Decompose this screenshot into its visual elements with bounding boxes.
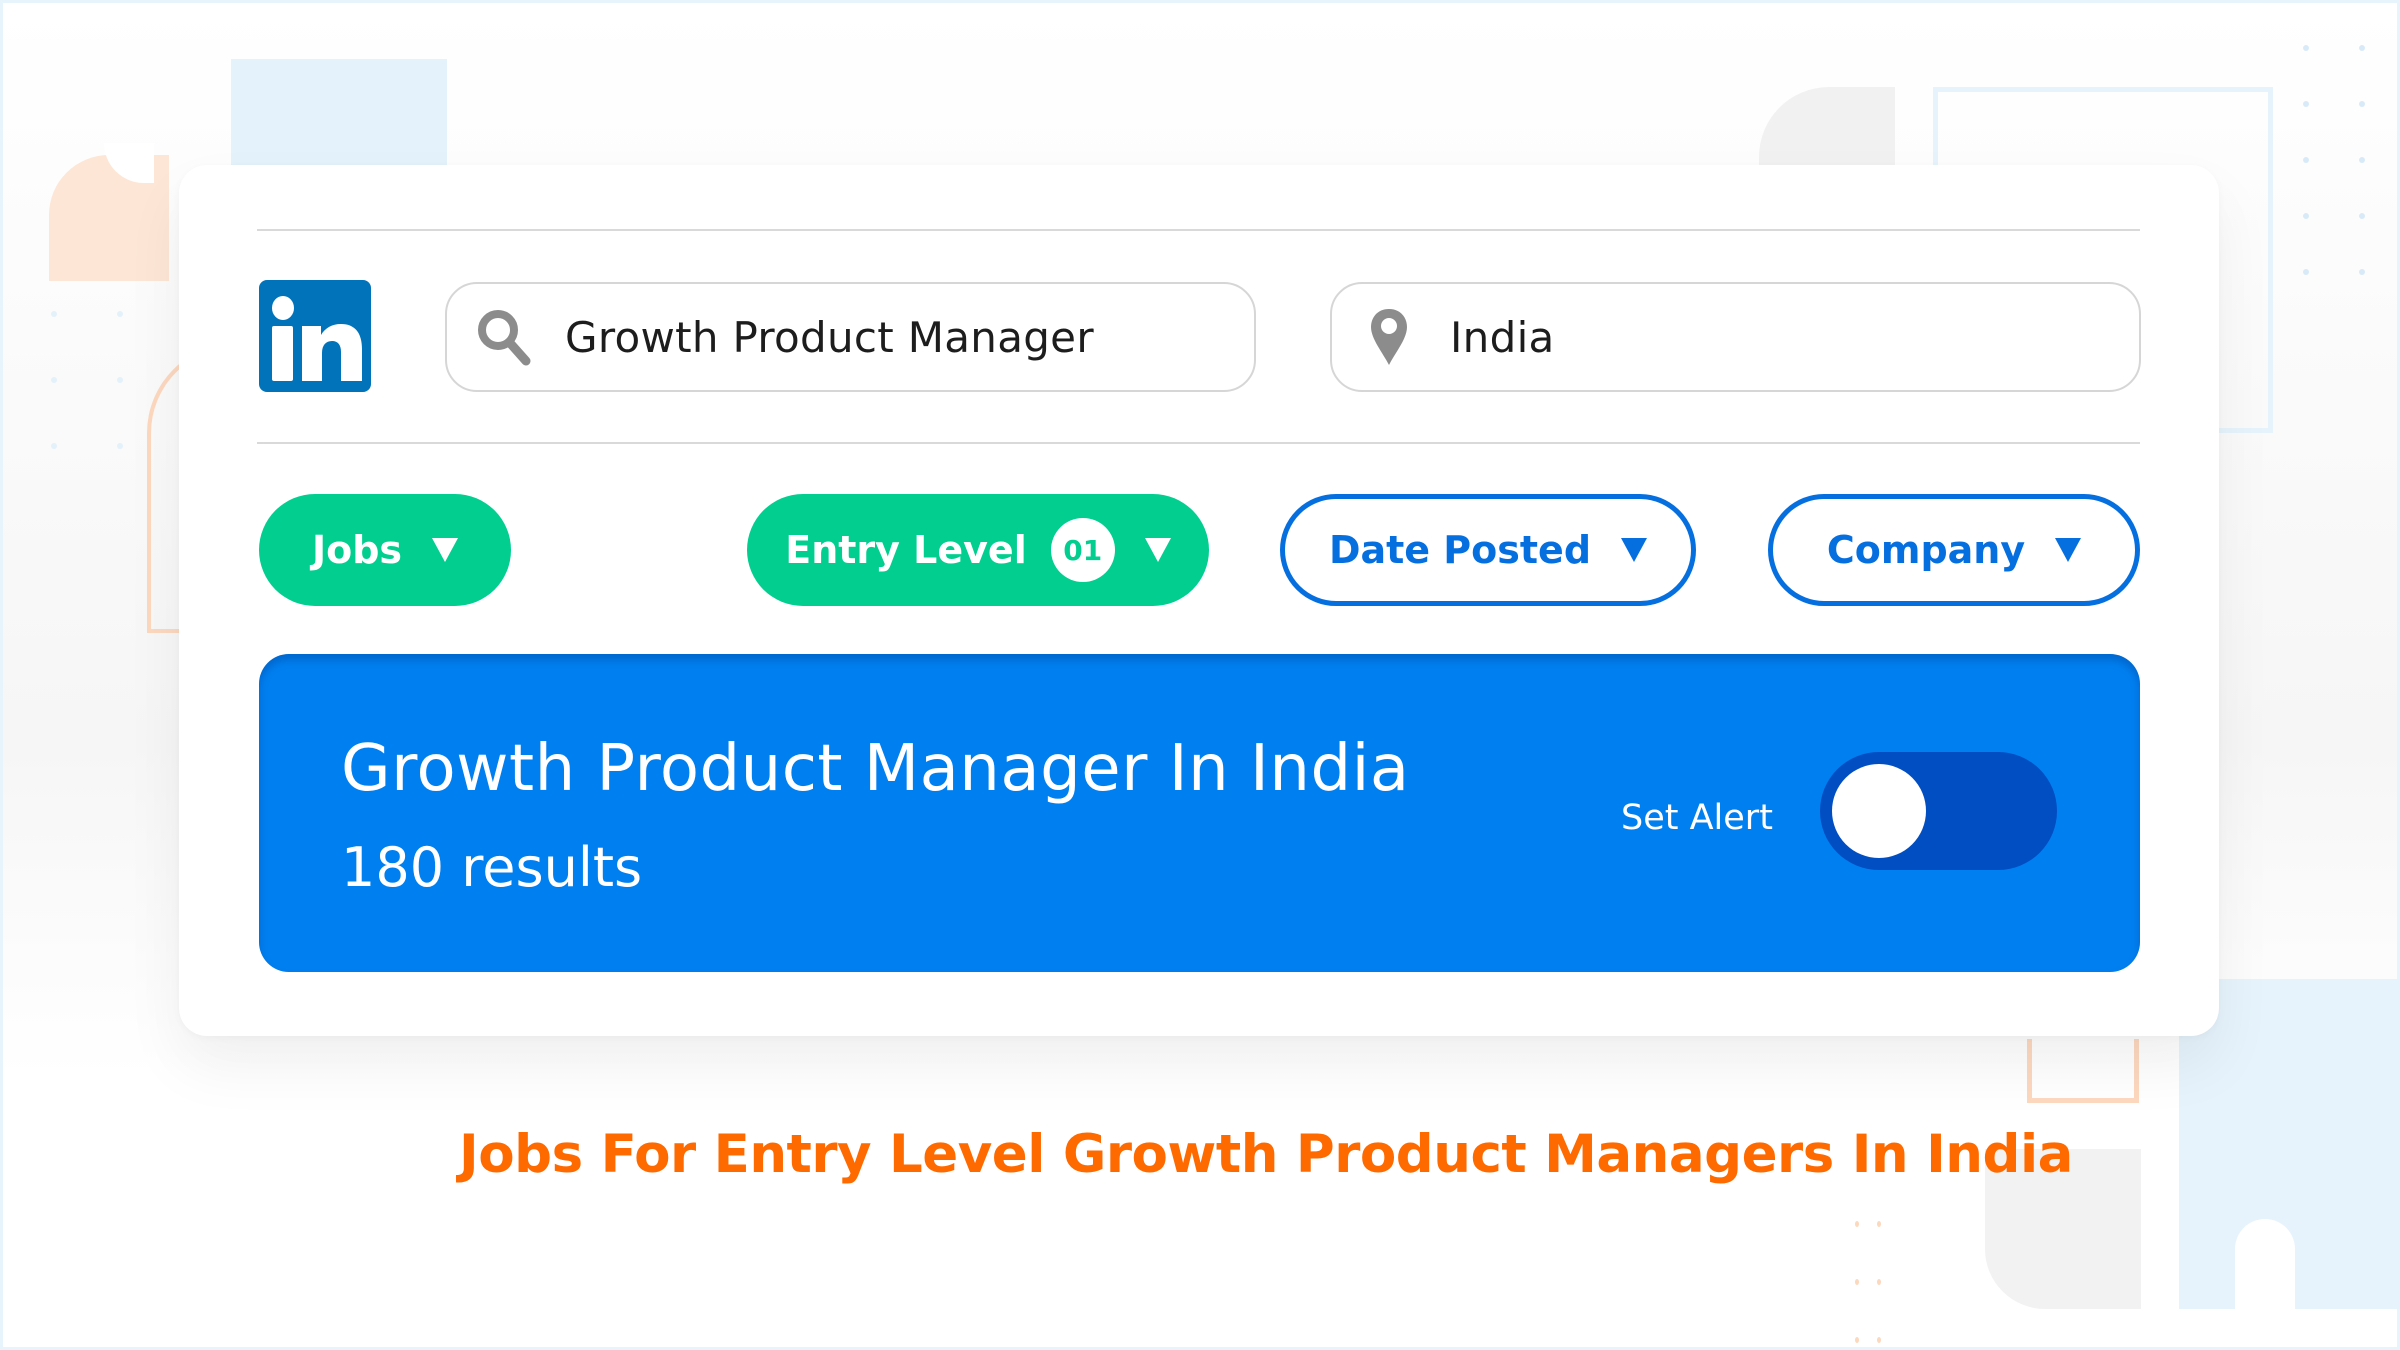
job-search-value: Growth Product Manager: [565, 312, 1094, 362]
decorative-grey-shape: [1759, 87, 1895, 177]
caret-down-icon: [2055, 538, 2082, 562]
decorative-dots-bottom: [1855, 1221, 1899, 1343]
decorative-dots-left: [51, 311, 183, 449]
filter-jobs-label: Jobs: [311, 528, 403, 572]
location-value: India: [1450, 312, 1555, 362]
filter-company-label: Company: [1826, 528, 2026, 572]
decorative-blue-block: [2179, 979, 2400, 1309]
linkedin-logo-glyph: [272, 296, 362, 381]
filter-company-button[interactable]: Company: [1768, 494, 2140, 606]
filter-entry-level-label: Entry Level: [785, 528, 1027, 572]
search-icon: [469, 306, 539, 368]
toggle-knob[interactable]: [1832, 764, 1926, 858]
mid-divider: [257, 442, 2140, 444]
caret-down-icon: [1621, 538, 1648, 562]
filter-date-posted-label: Date Posted: [1328, 528, 1592, 572]
filter-jobs-button[interactable]: Jobs: [259, 494, 511, 606]
map-pin-icon: [1354, 307, 1424, 367]
results-count: 180 results: [341, 836, 643, 899]
set-alert-label: Set Alert: [1621, 798, 1773, 838]
decorative-dots-right: [2303, 45, 2400, 275]
decorative-orange-shape: [49, 143, 169, 281]
page-tagline: Jobs For Entry Level Growth Product Mana…: [459, 1124, 2073, 1185]
decorative-orange-square: [2027, 1039, 2139, 1103]
job-search-input[interactable]: Growth Product Manager: [445, 282, 1256, 392]
linkedin-logo-icon[interactable]: [259, 280, 371, 392]
caret-down-icon: [1144, 538, 1171, 562]
job-search-card: Growth Product Manager India Jobs Entry …: [179, 165, 2219, 1036]
results-title: Growth Product Manager In India: [341, 732, 1410, 806]
top-divider: [257, 229, 2140, 231]
filter-entry-level-button[interactable]: Entry Level 01: [747, 494, 1209, 606]
filter-count-badge: 01: [1050, 518, 1115, 582]
caret-down-icon: [432, 538, 459, 562]
filter-date-posted-button[interactable]: Date Posted: [1280, 494, 1696, 606]
location-input[interactable]: India: [1330, 282, 2141, 392]
set-alert-toggle[interactable]: [1820, 752, 2057, 870]
results-banner: Growth Product Manager In India 180 resu…: [259, 654, 2140, 972]
